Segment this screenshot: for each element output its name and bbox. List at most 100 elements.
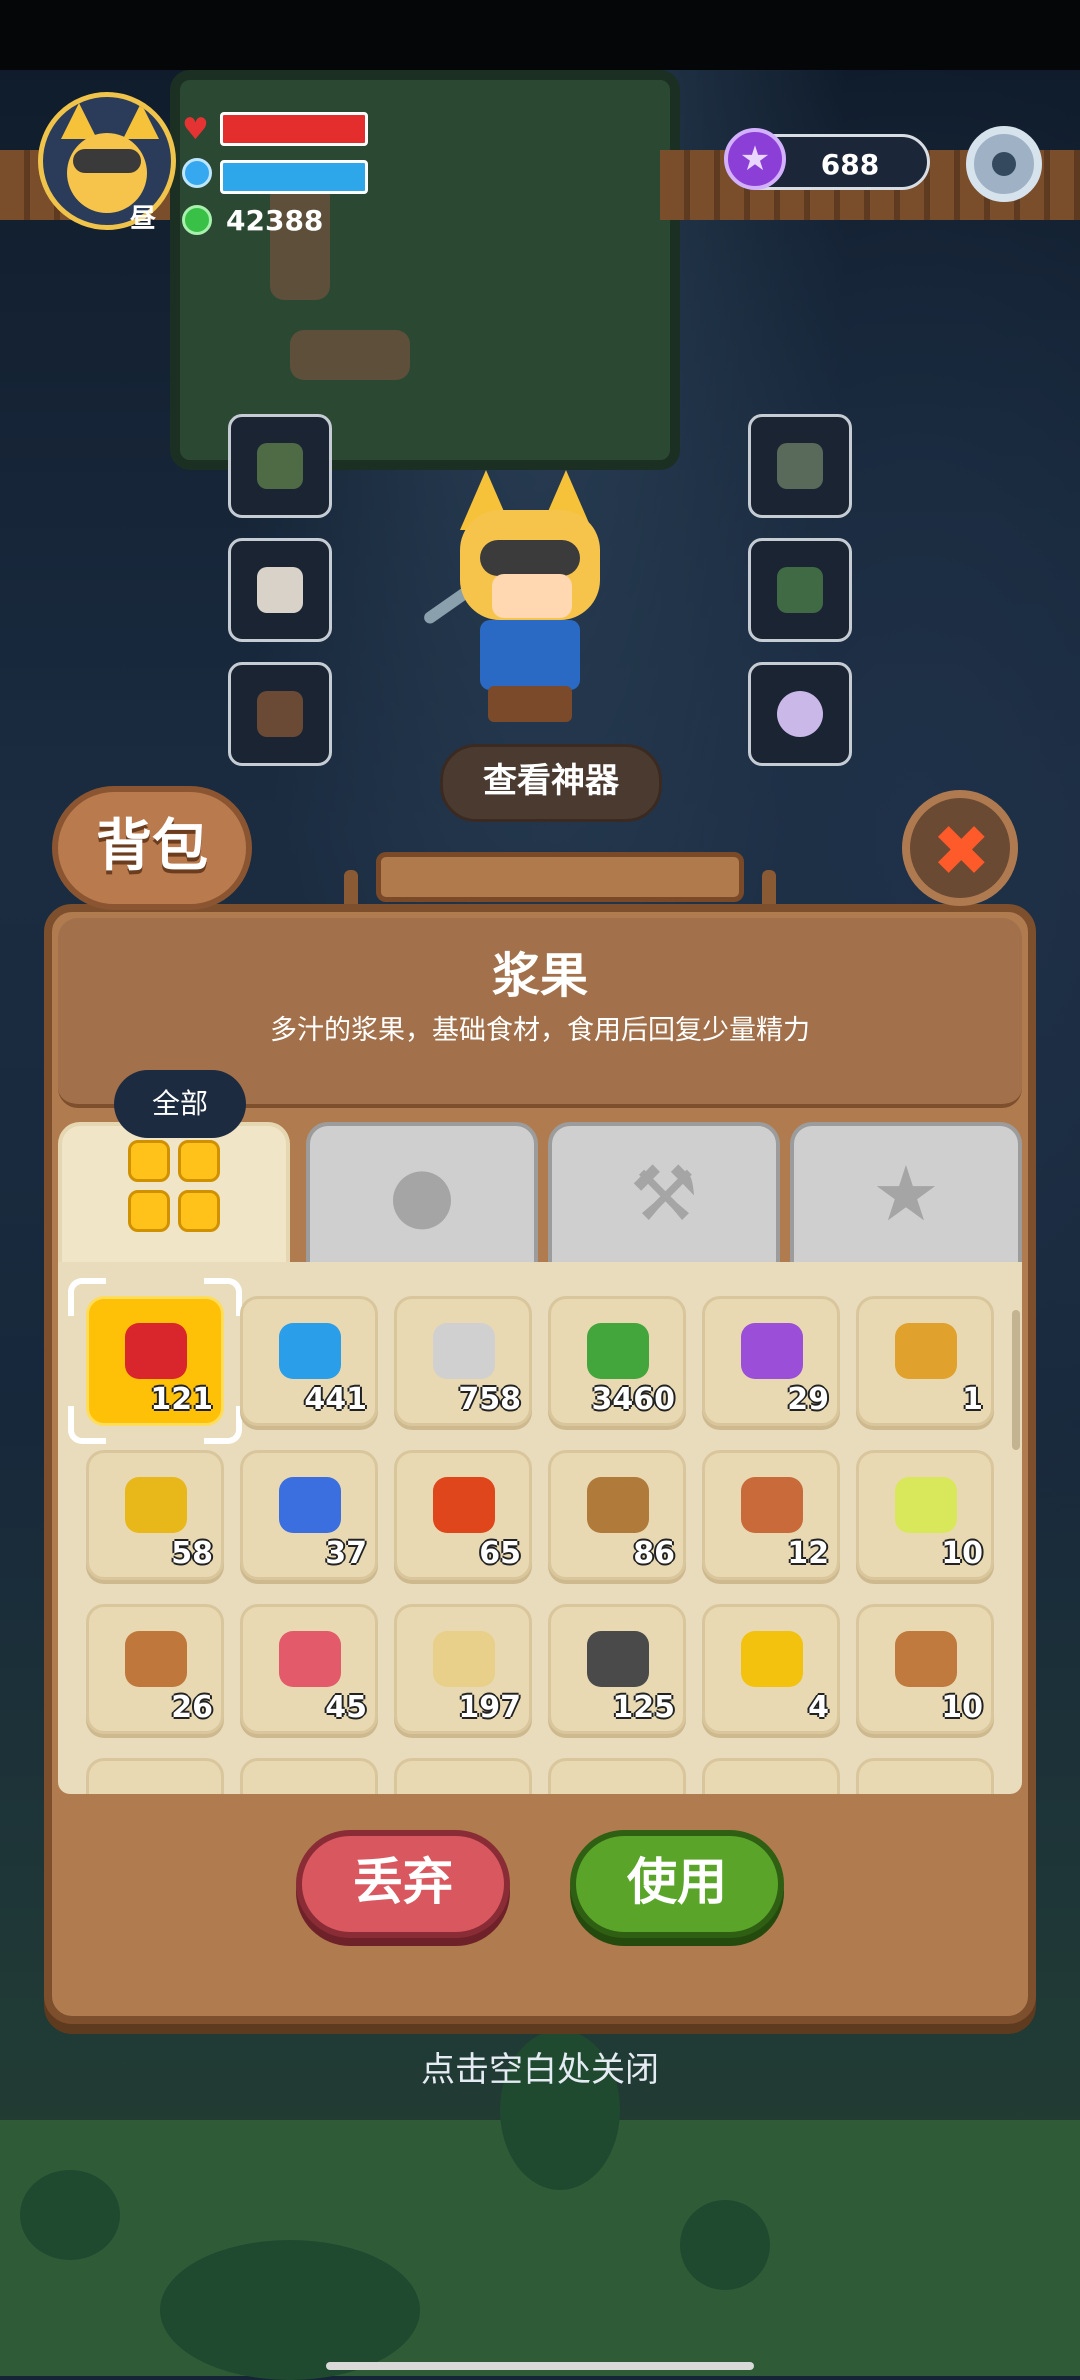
item-slot-partial[interactable] (856, 1758, 994, 1794)
wood-plank-icon (587, 1477, 649, 1533)
item-slot[interactable]: 86 (548, 1450, 686, 1580)
item-slot[interactable]: 10 (856, 1604, 994, 1734)
item-slot[interactable]: 10 (856, 1450, 994, 1580)
star-coin-icon: ★ (724, 128, 786, 190)
stone-icon (433, 1323, 495, 1379)
item-slot-partial[interactable] (702, 1758, 840, 1794)
item-count: 1 (962, 1382, 983, 1417)
avatar-ear (123, 103, 159, 139)
fish-icon (125, 1631, 187, 1687)
item-slot[interactable]: 12 (702, 1450, 840, 1580)
use-button[interactable]: 使用 (570, 1830, 784, 1938)
item-slot[interactable]: 29 (702, 1296, 840, 1426)
green-gem-icon (182, 205, 212, 235)
day-indicator: 昼 (130, 204, 157, 234)
item-slot-partial[interactable] (394, 1758, 532, 1794)
health-bar (220, 112, 368, 146)
grid-scrollbar[interactable] (1012, 1310, 1020, 1450)
glove-icon (257, 567, 303, 613)
grass-tuft (680, 2200, 770, 2290)
item-count: 86 (633, 1536, 675, 1571)
item-slot[interactable]: 125 (548, 1604, 686, 1734)
selection-corner (68, 1406, 106, 1444)
item-slot[interactable]: 1 (856, 1296, 994, 1426)
item-count: 10 (941, 1536, 983, 1571)
item-slot-partial[interactable] (240, 1758, 378, 1794)
item-count: 26 (171, 1690, 213, 1725)
item-slot[interactable]: 441 (240, 1296, 378, 1426)
equip-slot-necklace[interactable] (748, 662, 852, 766)
selection-corner (204, 1278, 242, 1316)
apple-icon: ● (388, 1149, 456, 1238)
raw-meat-icon (279, 1631, 341, 1687)
avatar-ear (61, 103, 97, 139)
selected-item-name: 浆果 (491, 948, 588, 1004)
item-grid[interactable]: 121 441 758 3460 29 1 58 37 65 86 12 10 26 45 197 125 4 1… (58, 1262, 1022, 1794)
backpack-icon (257, 691, 303, 737)
star-icon: ★ (871, 1149, 941, 1238)
grass-tuft (20, 2170, 120, 2260)
energy-icon (182, 158, 212, 188)
heart-icon: ♥ (182, 112, 209, 147)
item-slot[interactable]: 37 (240, 1450, 378, 1580)
firefly-icon (895, 1477, 957, 1533)
avatar-goggles (73, 149, 141, 173)
wood-log-icon (741, 1477, 803, 1533)
cat-mask-icon (257, 443, 303, 489)
gold-bar-icon (125, 1477, 187, 1533)
equip-slot-head[interactable] (228, 414, 332, 518)
item-count: 12 (787, 1536, 829, 1571)
item-slot[interactable]: 58 (86, 1450, 224, 1580)
hero-body (480, 620, 580, 690)
selection-corner (204, 1406, 242, 1444)
hero-legs (488, 686, 572, 722)
bush-tree (160, 2240, 420, 2380)
item-count: 45 (325, 1690, 367, 1725)
item-count: 197 (458, 1690, 521, 1725)
item-slot[interactable]: 65 (394, 1450, 532, 1580)
blue-slime-icon (279, 1323, 341, 1379)
strawberry-icon (125, 1323, 187, 1379)
item-count: 758 (458, 1382, 521, 1417)
purple-gem-icon (741, 1323, 803, 1379)
butterfly-icon (279, 1477, 341, 1533)
panel-hanger (376, 852, 744, 902)
close-hint: 点击空白处关闭 (421, 2050, 659, 2090)
grid-icon (128, 1140, 224, 1236)
view-artifact-button[interactable]: 查看神器 (440, 744, 662, 822)
equip-slot-armor[interactable] (748, 414, 852, 518)
item-slot[interactable]: 197 (394, 1604, 532, 1734)
item-count: 10 (941, 1690, 983, 1725)
item-slot-partial[interactable] (86, 1758, 224, 1794)
coal-icon (587, 1631, 649, 1687)
currency-value: 688 (820, 148, 880, 181)
tab-all-label: 全部 (114, 1070, 246, 1138)
selected-item-description: 多汁的浆果，基础食材，食用后回复少量精力 (270, 1015, 810, 1046)
item-slot[interactable]: 45 (240, 1604, 378, 1734)
item-count: 65 (479, 1536, 521, 1571)
close-button[interactable]: ✖ (902, 790, 1018, 906)
item-slot[interactable]: 3460 (548, 1296, 686, 1426)
hero-face (492, 574, 572, 618)
item-slot-partial[interactable] (548, 1758, 686, 1794)
item-count: 58 (171, 1536, 213, 1571)
equip-slot-hand[interactable] (228, 538, 332, 642)
item-slot[interactable]: 4 (702, 1604, 840, 1734)
gear-icon[interactable] (966, 126, 1042, 202)
ladder-icon (895, 1631, 957, 1687)
selection-corner (68, 1278, 106, 1316)
equip-slot-boots[interactable] (748, 538, 852, 642)
energy-bar (220, 160, 368, 194)
item-slot[interactable]: 26 (86, 1604, 224, 1734)
dirt-path (290, 330, 410, 380)
boots-icon (777, 567, 823, 613)
item-count: 37 (325, 1536, 367, 1571)
hero-goggles (480, 540, 580, 576)
tools-icon: ⚒ (629, 1149, 699, 1238)
necklace-icon (777, 691, 823, 737)
home-indicator[interactable] (326, 2362, 754, 2370)
equip-slot-bag[interactable] (228, 662, 332, 766)
item-slot[interactable]: 758 (394, 1296, 532, 1426)
discard-button[interactable]: 丢弃 (296, 1830, 510, 1938)
item-count: 441 (304, 1382, 367, 1417)
